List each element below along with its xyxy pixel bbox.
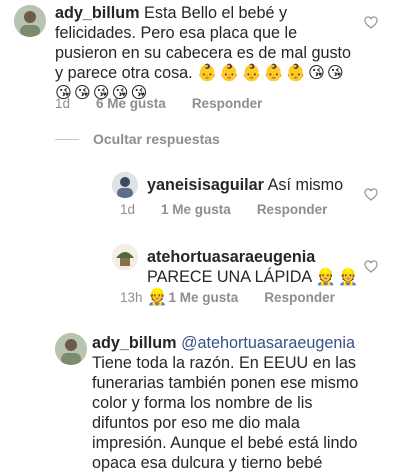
likes-count[interactable]: 1 Me gusta xyxy=(169,290,239,305)
comment-text: yaneisisaguilar Así mismo xyxy=(147,176,344,194)
comment-text: ady_billum @atehortuasaraeugenia Tiene t… xyxy=(92,334,359,472)
comment-meta: 1d 6 Me gusta Responder xyxy=(55,96,262,111)
mention-link[interactable]: @atehortuasaraeugenia xyxy=(181,334,355,352)
likes-count[interactable]: 6 Me gusta xyxy=(96,96,166,111)
comment-meta: 13h 1 Me gusta Responder xyxy=(120,290,335,305)
reply-button[interactable]: Responder xyxy=(264,290,335,305)
comment-text: ady_billum Esta Bello el bebé y felicida… xyxy=(55,4,352,102)
reply-button[interactable]: Responder xyxy=(257,202,328,217)
avatar[interactable] xyxy=(55,333,87,365)
username[interactable]: ady_billum xyxy=(92,334,177,352)
reply-button[interactable]: Responder xyxy=(192,96,263,111)
username[interactable]: atehortuasaraeugenia xyxy=(147,248,315,266)
hide-replies-toggle[interactable]: Ocultar respuestas xyxy=(55,131,220,147)
comment-meta: 1d 1 Me gusta Responder xyxy=(120,202,327,217)
username[interactable]: yaneisisaguilar xyxy=(147,176,264,194)
timestamp: 1d xyxy=(55,96,71,111)
heart-outline-icon[interactable] xyxy=(364,260,378,273)
avatar[interactable] xyxy=(112,244,138,270)
divider xyxy=(55,138,79,140)
username[interactable]: ady_billum xyxy=(55,4,140,22)
avatar[interactable] xyxy=(14,5,46,37)
avatar[interactable] xyxy=(112,172,138,198)
heart-outline-icon[interactable] xyxy=(364,16,378,29)
timestamp: 1d xyxy=(120,202,136,217)
heart-outline-icon[interactable] xyxy=(364,188,378,201)
likes-count[interactable]: 1 Me gusta xyxy=(161,202,231,217)
hide-replies-label: Ocultar respuestas xyxy=(93,131,220,147)
timestamp: 13h xyxy=(120,290,143,305)
